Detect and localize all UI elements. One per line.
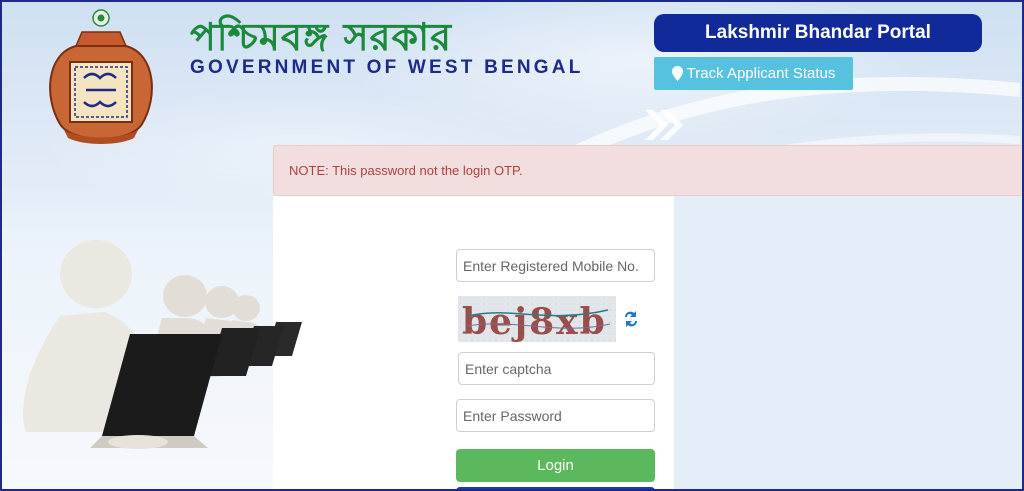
secondary-button-partial[interactable] bbox=[456, 487, 655, 491]
track-applicant-status-button[interactable]: Track Applicant Status bbox=[654, 57, 853, 90]
password-input[interactable] bbox=[456, 399, 655, 432]
mobile-number-input[interactable] bbox=[456, 249, 655, 282]
track-label: Track Applicant Status bbox=[686, 65, 836, 82]
password-note-alert: NOTE: This password not the login OTP. bbox=[273, 145, 1024, 196]
captcha-text: bej8xb bbox=[462, 301, 607, 342]
people-with-laptops-illustration bbox=[23, 240, 302, 449]
captcha-image: bej8xb bbox=[458, 296, 616, 342]
login-panel bbox=[273, 196, 674, 489]
title-english: GOVERNMENT OF WEST BENGAL bbox=[190, 57, 584, 78]
login-button[interactable]: Login bbox=[456, 449, 655, 482]
captcha-refresh-icon[interactable] bbox=[621, 308, 641, 330]
lakshmir-bhandar-logo bbox=[49, 9, 153, 144]
captcha-input[interactable] bbox=[458, 352, 655, 385]
map-marker-icon bbox=[671, 66, 683, 81]
right-panel bbox=[674, 196, 1022, 489]
portal-button[interactable]: Lakshmir Bhandar Portal bbox=[654, 14, 982, 52]
